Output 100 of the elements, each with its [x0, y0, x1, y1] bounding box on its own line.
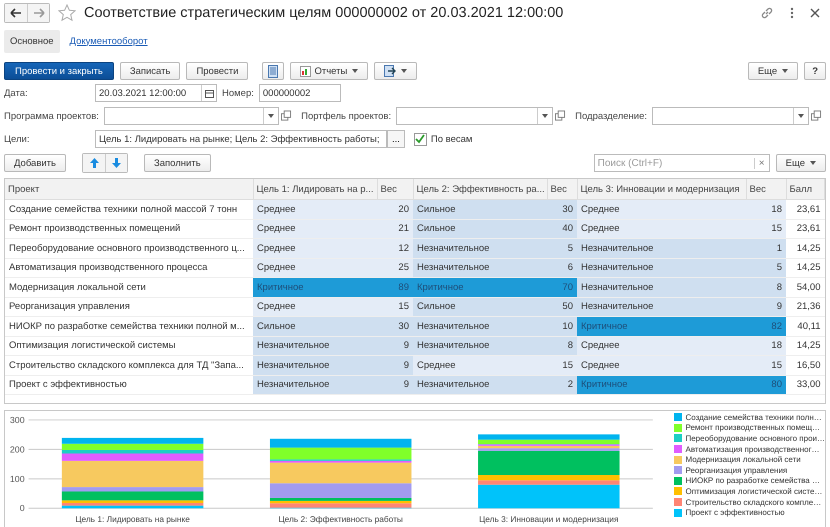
table-cell: 20	[377, 200, 413, 219]
help-button[interactable]: ?	[804, 62, 826, 80]
table-cell: 25	[377, 258, 413, 278]
goals-field[interactable]: Цель 1: Лидировать на рынке; Цель 2: Эффективность работы;	[95, 130, 387, 148]
reports-button[interactable]: Отчеты	[290, 62, 368, 80]
table-cell: Сильное	[413, 200, 547, 219]
open-icon[interactable]	[555, 110, 566, 122]
table-cell: 40,11	[786, 316, 824, 336]
program-field[interactable]	[104, 107, 280, 125]
table-cell: Сильное	[413, 219, 547, 238]
column-header[interactable]: Цель 1: Лидировать на р...	[253, 179, 377, 200]
move-down-button[interactable]	[105, 154, 127, 172]
table-cell: Критичное	[413, 278, 547, 297]
table-cell: 8	[746, 278, 786, 297]
table-cell: 9	[377, 375, 413, 394]
forward-arrow-icon	[32, 8, 44, 18]
table-cell: Среднее	[253, 219, 377, 238]
table-cell: Критичное	[577, 375, 746, 394]
table-cell: Незначительное	[577, 258, 746, 278]
category-label: Цель 2: Эффективность работы	[278, 514, 403, 524]
clear-button[interactable]: ×	[754, 158, 769, 168]
table-cell: Переоборудование основного производственного ц...	[5, 238, 253, 258]
category-label: Цель 1: Лидировать на рынке	[75, 514, 190, 524]
legend-label: Переоборудование основного прои…	[685, 434, 825, 443]
toolbar-button[interactable]: Провести и закрыть	[4, 62, 114, 80]
table-cell: 33,00	[786, 375, 824, 394]
open-icon[interactable]	[281, 110, 292, 122]
add-button[interactable]: Добавить	[4, 154, 66, 172]
legend-label: Реорганизация управления	[685, 466, 788, 475]
table-cell: 16,50	[786, 356, 824, 375]
dropdown-icon	[542, 114, 548, 118]
more-options-icon[interactable]	[790, 7, 794, 19]
table-cell: Незначительное	[413, 316, 547, 336]
checkbox[interactable]	[414, 132, 427, 146]
column-header[interactable]: Балл	[786, 179, 824, 200]
table-cell: 6	[547, 258, 577, 278]
table-cell: 23,61	[786, 200, 824, 219]
column-header[interactable]: Проект	[5, 179, 253, 200]
date-field[interactable]: 20.03.2021 12:00:00	[95, 84, 217, 102]
department-field[interactable]	[652, 107, 810, 125]
legend-label: Автоматизация производственног…	[685, 444, 820, 454]
column-header[interactable]: Цель 2: Эффективность ра...	[413, 179, 547, 200]
program-label: Программа проектов:	[4, 110, 99, 122]
column-header[interactable]: Вес	[547, 179, 577, 200]
column-header[interactable]: Цель 3: Инновации и модернизация	[577, 179, 746, 200]
tab[interactable]: Основное	[4, 30, 60, 52]
column-header[interactable]: Вес	[746, 179, 786, 200]
table-cell: Среднее	[577, 219, 746, 238]
column-header[interactable]: Вес	[377, 179, 413, 200]
link-icon[interactable]	[760, 6, 774, 20]
table-cell: 23,61	[786, 219, 824, 238]
axis-tick-label: 0	[20, 503, 25, 514]
list-button[interactable]	[262, 62, 284, 80]
table-cell: 9	[377, 356, 413, 375]
table-cell: Среднее	[413, 356, 547, 375]
number-field[interactable]: 000000002	[258, 84, 341, 102]
search-field[interactable]: Поиск (Ctrl+F) ×	[594, 154, 770, 172]
table-cell: 14,25	[786, 238, 824, 258]
more-button[interactable]: Еще	[748, 62, 798, 80]
move-up-button[interactable]	[83, 154, 105, 172]
portfolio-field[interactable]	[396, 107, 554, 125]
open-icon[interactable]	[811, 110, 822, 122]
toolbar-button[interactable]: Записать	[120, 62, 180, 80]
legend-label: НИОКР по разработке семейства …	[685, 476, 820, 486]
table-cell: 9	[746, 297, 786, 316]
table-cell: 54,00	[786, 278, 824, 297]
close-icon[interactable]	[810, 8, 820, 18]
table-cell: 80	[746, 375, 786, 394]
select-button[interactable]: ...	[387, 130, 405, 148]
table-cell: Создание семейства техники полной массой 7 тонн	[5, 200, 253, 219]
table-cell: 82	[746, 316, 786, 336]
table-cell: Среднее	[577, 200, 746, 219]
table-cell: Сильное	[253, 316, 377, 336]
star-icon[interactable]	[58, 4, 76, 22]
legend-label: Проект с эффективностью	[685, 508, 785, 518]
actions-button[interactable]	[374, 62, 418, 80]
table-cell: 15	[547, 356, 577, 375]
caret-icon	[810, 161, 816, 165]
table-cell: Среднее	[253, 258, 377, 278]
table-cell: Ремонт производственных помещений	[5, 219, 253, 238]
more-button[interactable]: Еще	[776, 154, 826, 172]
table-cell: Незначительное	[253, 336, 377, 356]
axis-tick-label: 100	[10, 474, 25, 484]
toolbar-button[interactable]: Провести	[186, 62, 248, 80]
fill-button[interactable]: Заполнить	[144, 154, 211, 172]
table-cell: Среднее	[253, 238, 377, 258]
back-arrow-icon	[10, 8, 22, 18]
tab-link[interactable]: Документооборот	[64, 30, 154, 52]
table-cell: 15	[746, 219, 786, 238]
table-cell: 15	[746, 356, 786, 375]
table-cell: 30	[377, 316, 413, 336]
table-cell: Незначительное	[413, 258, 547, 278]
table-cell: Незначительное	[577, 238, 746, 258]
caret-icon	[352, 69, 358, 73]
back-button[interactable]	[5, 4, 27, 22]
legend-label: Оптимизация логистической систе…	[685, 486, 822, 496]
table-cell: 30	[547, 200, 577, 219]
table-cell: Незначительное	[577, 297, 746, 316]
table-cell: Незначительное	[413, 238, 547, 258]
table-cell: 8	[547, 336, 577, 356]
